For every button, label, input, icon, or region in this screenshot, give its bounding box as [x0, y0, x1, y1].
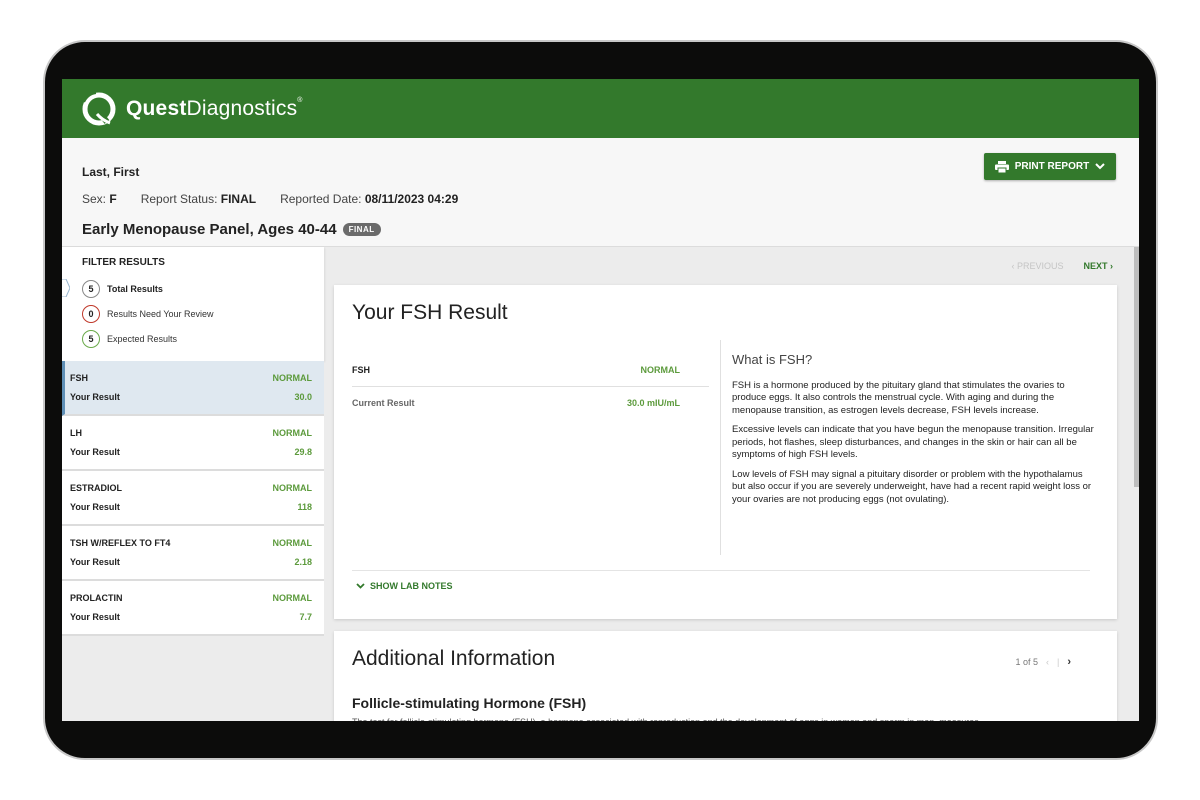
info-title: What is FSH? [732, 352, 813, 367]
result-status: NORMAL [272, 538, 313, 548]
section-divider [352, 570, 1090, 571]
filter-total-results[interactable]: 5 Total Results [82, 276, 324, 301]
registered-mark: ® [297, 96, 303, 104]
next-button[interactable]: NEXT › [1083, 261, 1113, 271]
brand-logo-text: QuestDiagnostics® [126, 97, 303, 121]
additional-info-card: Additional Information 1 of 5 ‹ | › Foll… [334, 631, 1117, 721]
result-value: 30.0 [294, 392, 312, 402]
page-scrollbar[interactable] [1134, 247, 1139, 487]
chevron-down-icon [356, 583, 365, 589]
printer-icon [994, 160, 1009, 173]
result-item-lh[interactable]: LH NORMAL Your Result 29.8 [62, 416, 324, 471]
patient-name: Last, First [82, 165, 140, 179]
test-name: FSH [352, 365, 370, 375]
column-divider [720, 340, 721, 555]
date-label: Reported Date: [280, 192, 362, 206]
result-item-tsh[interactable]: TSH W/REFLEX TO FT4 NORMAL Your Result 2.1… [62, 526, 324, 581]
result-label: Your Result [70, 447, 120, 457]
content-area: FILTER RESULTS 5 Total Results 0 Results… [62, 246, 1139, 721]
result-status: NORMAL [272, 593, 313, 603]
brand-name-bold: Quest [126, 96, 187, 120]
result-value: 118 [297, 502, 312, 512]
result-value: 7.7 [299, 612, 312, 622]
result-name: PROLACTIN [70, 593, 123, 603]
panel-title-text: Early Menopause Panel, Ages 40-44 [82, 221, 337, 238]
result-name: LH [70, 428, 82, 438]
chevron-down-icon [1095, 163, 1105, 170]
brand-name-light: Diagnostics [186, 96, 298, 120]
info-paragraph: FSH is a hormone produced by the pituita… [732, 379, 1065, 416]
result-item-fsh[interactable]: FSH NORMAL Your Result 30.0 [62, 361, 324, 416]
sex-label: Sex: [82, 192, 107, 206]
filter-expected-results[interactable]: 5 Expected Results [82, 326, 324, 351]
lab-notes-label: SHOW LAB NOTES [370, 581, 453, 591]
result-label: Your Result [70, 502, 120, 512]
result-label: Your Result [70, 392, 120, 402]
additional-info-title: Additional Information [352, 647, 556, 670]
filter-title: FILTER RESULTS [82, 257, 165, 268]
result-table-row: Current Result 30.0 mIU/mL [352, 387, 709, 408]
results-sidebar: FILTER RESULTS 5 Total Results 0 Results… [62, 247, 324, 636]
result-label: Your Result [70, 557, 120, 567]
show-lab-notes-toggle[interactable]: SHOW LAB NOTES [356, 581, 453, 591]
status-field: Report Status: FINAL [141, 192, 256, 206]
result-item-prolactin[interactable]: PROLACTIN NORMAL Your Result 7.7 [62, 581, 324, 636]
result-table: FSH NORMAL Current Result 30.0 mIU/mL [352, 363, 709, 408]
additional-info-subtitle: Follicle-stimulating Hormone (FSH) [352, 695, 587, 711]
review-count-badge: 0 [82, 304, 100, 323]
status-value: FINAL [220, 192, 257, 206]
fsh-result-card: Your FSH Result FSH NORMAL Current Resul… [334, 285, 1117, 619]
result-item-estradiol[interactable]: ESTRADIOL NORMAL Your Result 118 [62, 471, 324, 526]
sex-value: F [109, 192, 117, 206]
info-paragraph: Low levels of FSH may signal a pituitary… [732, 468, 1092, 505]
result-label: Your Result [70, 612, 120, 622]
result-value: 29.8 [294, 447, 312, 457]
status-label: Report Status: [140, 192, 218, 206]
date-field: Reported Date: 08/11/2023 04:29 [280, 192, 458, 206]
prev-page-icon[interactable]: ‹ [1046, 657, 1049, 667]
current-result-value: 30.0 mIU/mL [626, 398, 680, 408]
result-card-title: Your FSH Result [352, 301, 508, 324]
pagination-text: 1 of 5 [1015, 657, 1038, 667]
result-status: NORMAL [272, 373, 313, 383]
additional-info-pager: 1 of 5 ‹ | › [1015, 656, 1071, 668]
filter-label: Total Results [107, 283, 163, 294]
result-name: FSH [70, 373, 88, 383]
next-page-icon[interactable]: › [1067, 656, 1071, 668]
panel-title: Early Menopause Panel, Ages 40-44 FINAL [82, 221, 381, 238]
fsh-info: What is FSH? FSH is a hormone produced b… [732, 352, 1094, 513]
info-paragraph: Excessive levels can indicate that you h… [732, 424, 1094, 460]
current-result-label: Current Result [352, 398, 415, 408]
result-status: NORMAL [272, 428, 313, 438]
result-pager: ‹ PREVIOUS NEXT › [1011, 261, 1113, 271]
previous-button[interactable]: ‹ PREVIOUS [1011, 261, 1063, 271]
date-value: 08/11/2023 04:29 [364, 192, 459, 206]
app-screen: QuestDiagnostics® Last, First Sex: F Rep… [62, 79, 1139, 721]
final-badge: FINAL [342, 223, 381, 236]
filter-needs-review[interactable]: 0 Results Need Your Review [82, 301, 324, 326]
additional-info-text: The test for follicle-stimulating hormon… [352, 717, 1097, 721]
pager-separator: | [1056, 657, 1060, 667]
result-name: ESTRADIOL [70, 483, 123, 493]
header-bar: QuestDiagnostics® [62, 79, 1139, 138]
next-label: NEXT [1083, 261, 1108, 271]
test-status: NORMAL [640, 365, 681, 375]
filter-results-panel: FILTER RESULTS 5 Total Results 0 Results… [62, 247, 324, 361]
print-report-button[interactable]: PRINT REPORT [984, 153, 1116, 180]
report-meta: Sex: F Report Status: FINAL Reported Dat… [82, 192, 458, 206]
result-value: 2.18 [294, 557, 312, 567]
quest-logo-icon [80, 90, 118, 128]
result-name: TSH W/REFLEX TO FT4 [70, 538, 171, 548]
total-count-badge: 5 [82, 279, 100, 298]
filter-label: Expected Results [107, 333, 178, 344]
print-report-label: PRINT REPORT [1014, 161, 1090, 172]
previous-label: PREVIOUS [1016, 261, 1064, 271]
result-status: NORMAL [272, 483, 313, 493]
sex-field: Sex: F [82, 192, 117, 206]
result-table-header: FSH NORMAL [352, 363, 709, 387]
expected-count-badge: 5 [82, 329, 100, 348]
active-filter-pointer-icon [62, 279, 70, 297]
filter-label: Results Need Your Review [107, 308, 214, 319]
